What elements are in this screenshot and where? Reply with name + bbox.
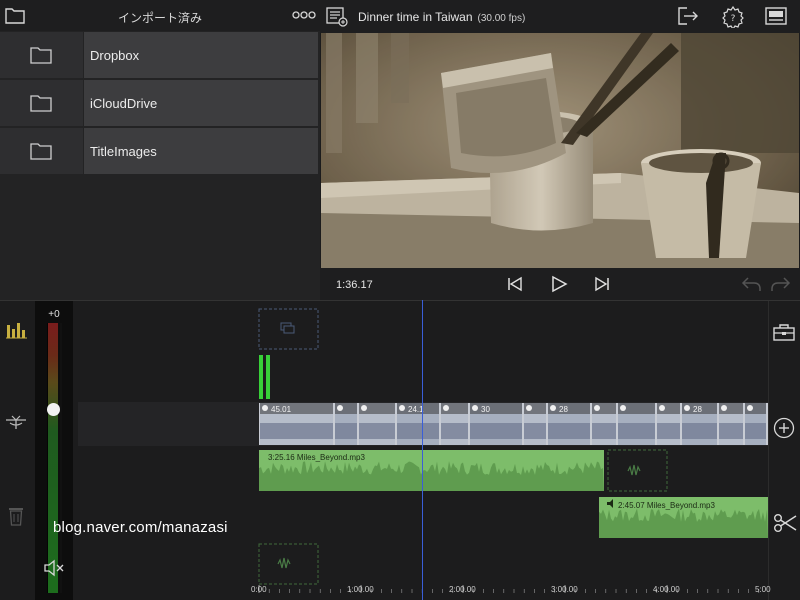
track-area[interactable]: 45.01 24.1 30 28 28 3:25.16 Miles_Beyond.mp3… (78, 301, 768, 600)
preview-header: Dinner time in Taiwan (30.00 fps) ? (320, 0, 800, 33)
video-thumb-label: 28 (559, 405, 568, 414)
palette-icon (684, 405, 690, 411)
palette-icon (550, 405, 556, 411)
folder-row-dropbox[interactable]: Dropbox (0, 32, 320, 78)
scissors-icon[interactable] (773, 513, 797, 538)
project-name: Dinner time in Taiwan (358, 10, 473, 24)
audio-clip-1[interactable]: 3:25.16 Miles_Beyond.mp3 (259, 450, 604, 491)
add-icon[interactable] (773, 417, 795, 444)
video-thumb[interactable]: 45.01 (260, 403, 333, 445)
palette-icon (721, 405, 727, 411)
video-clip-strip[interactable]: 45.01 24.1 30 28 28 (259, 403, 768, 445)
ruler-label: 4:00.00 (653, 585, 680, 594)
volume-slider-knob[interactable] (47, 403, 60, 416)
ruler-label: 1:00.00 (347, 585, 374, 594)
palette-icon (747, 405, 753, 411)
palette-icon (594, 405, 600, 411)
video-thumb[interactable] (745, 403, 766, 445)
media-browser: インポート済み Dropbox iCloudDrive TitleImages (0, 0, 320, 300)
folder-icon (30, 141, 52, 165)
video-thumb[interactable] (335, 403, 357, 445)
title-track-placeholder[interactable] (258, 308, 319, 350)
video-thumb-label: 45.01 (271, 405, 292, 414)
skip-forward-icon[interactable] (593, 275, 611, 298)
folder-row-titleimages[interactable]: TitleImages (0, 128, 320, 174)
meter-bar-left (47, 323, 58, 593)
redo-icon[interactable] (770, 275, 792, 298)
video-thumb[interactable] (524, 403, 546, 445)
ruler-label: 3:00.00 (551, 585, 578, 594)
palette-icon (262, 405, 268, 411)
palette-icon (443, 405, 449, 411)
palette-icon (620, 405, 626, 411)
palette-icon (337, 405, 343, 411)
toolbox-icon[interactable] (773, 323, 795, 346)
video-thumb[interactable] (359, 403, 395, 445)
video-thumb[interactable] (657, 403, 680, 445)
browser-header: インポート済み (0, 0, 320, 31)
track-lift-icon[interactable] (4, 414, 28, 435)
ruler-label: 2:00.00 (449, 585, 476, 594)
skip-back-icon[interactable] (506, 275, 524, 298)
gear-icon[interactable]: ? (722, 5, 744, 33)
ruler-label: 5:00 (755, 585, 771, 594)
video-frame (321, 33, 799, 268)
trash-icon[interactable] (8, 506, 24, 531)
tracks: 45.01 24.1 30 28 28 3:25.16 Miles_Beyond.mp3… (258, 308, 768, 593)
video-thumb[interactable]: 30 (470, 403, 522, 445)
folder-label: iCloudDrive (90, 96, 158, 111)
marker-clip[interactable] (259, 355, 270, 399)
audio-clip-2[interactable]: 2:45.07 Miles_Beyond.mp3 (599, 497, 768, 538)
folder-row-icloud[interactable]: iCloudDrive (0, 80, 320, 126)
timeline: +0 45.01 24.1 30 28 28 3:25.16 Miles_Bey… (0, 300, 800, 600)
timeline-right-tools (768, 301, 800, 600)
more-icon[interactable] (292, 10, 316, 23)
video-thumb[interactable]: 28 (548, 403, 590, 445)
timeline-left-tools (0, 301, 33, 600)
folder-icon (30, 45, 52, 69)
svg-text:?: ? (731, 14, 736, 24)
browser-title: インポート済み (117, 11, 202, 25)
audio-placeholder[interactable] (607, 449, 668, 492)
video-thumb[interactable] (592, 403, 616, 445)
export-icon[interactable] (677, 6, 699, 31)
folder-icon (30, 93, 52, 117)
video-preview[interactable] (321, 33, 799, 268)
playhead[interactable] (422, 300, 423, 600)
layout-icon[interactable] (765, 6, 787, 31)
audio-meter-icon[interactable] (6, 321, 28, 344)
ruler-label: 0:00 (251, 585, 267, 594)
video-thumb[interactable]: 24.1 (397, 403, 439, 445)
audio-clip-2-label: 2:45.07 Miles_Beyond.mp3 (618, 501, 716, 510)
video-thumb-label: 28 (693, 405, 702, 414)
palette-icon (526, 405, 532, 411)
palette-icon (472, 405, 478, 411)
video-thumb[interactable] (441, 403, 468, 445)
undo-icon[interactable] (740, 275, 762, 298)
palette-icon (399, 405, 405, 411)
folder-label: Dropbox (90, 48, 140, 63)
transport-bar: 1:36.17 (320, 268, 800, 300)
project-title: Dinner time in Taiwan (30.00 fps) (358, 10, 525, 24)
palette-icon (361, 405, 367, 411)
watermark: blog.naver.com/manazasi (53, 519, 228, 536)
audio-clip-1-label: 3:25.16 Miles_Beyond.mp3 (268, 453, 366, 462)
palette-icon (659, 405, 665, 411)
video-thumb[interactable] (719, 403, 743, 445)
timecode: 1:36.17 (336, 279, 373, 291)
time-ruler[interactable] (258, 585, 760, 593)
video-thumb[interactable]: 28 (682, 403, 717, 445)
volume-meter[interactable]: +0 (35, 301, 73, 600)
video-thumb-label: 30 (481, 405, 490, 414)
volume-label: +0 (48, 309, 60, 320)
project-fps: (30.00 fps) (477, 13, 526, 24)
mute-icon[interactable] (43, 559, 65, 582)
play-icon[interactable] (550, 275, 568, 298)
folder-label: TitleImages (90, 144, 157, 159)
audio-add-placeholder[interactable] (258, 543, 319, 585)
video-thumb[interactable] (618, 403, 655, 445)
project-settings-icon[interactable] (326, 7, 348, 32)
